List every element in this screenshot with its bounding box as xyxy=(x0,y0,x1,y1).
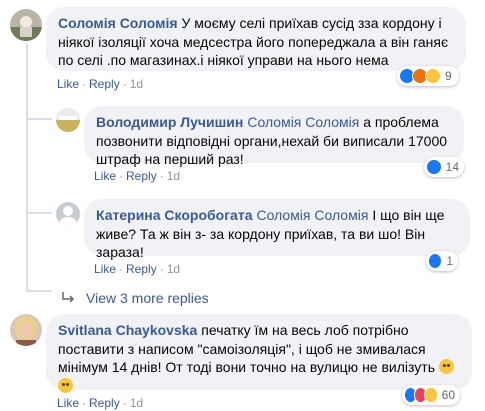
reaction-count: 9 xyxy=(445,69,452,83)
avatar[interactable] xyxy=(56,202,80,226)
comment-timestamp[interactable]: 1d xyxy=(130,396,143,410)
like-icon xyxy=(428,253,443,269)
reaction-count: 60 xyxy=(441,388,456,402)
like-link[interactable]: Like xyxy=(57,396,79,410)
reaction-count: 1 xyxy=(446,254,453,268)
reply-bubble: Катерина Скоробогата Соломія Соломія І що… xyxy=(84,199,470,260)
comment-actions: Like · Reply · 1d xyxy=(57,396,144,410)
reply-link[interactable]: Reply xyxy=(126,262,157,276)
haha-icon xyxy=(424,387,438,403)
reply-actions: Like · Reply · 1d xyxy=(94,169,181,183)
like-link[interactable]: Like xyxy=(94,262,116,276)
winking-emoji-icon xyxy=(58,377,73,393)
reply-link[interactable]: Reply xyxy=(89,77,120,91)
like-icon xyxy=(426,159,442,175)
comment-bubble: Соломія Соломія У моєму селі приїхав сусі… xyxy=(46,7,466,71)
reply-link[interactable]: Reply xyxy=(89,396,120,410)
comment-actions: Like · Reply · 1d xyxy=(57,77,144,91)
comment-timestamp[interactable]: 1d xyxy=(130,77,143,91)
comment-author[interactable]: Соломія Соломія xyxy=(58,15,178,31)
reactions-summary[interactable]: 1 xyxy=(426,251,458,271)
reply-author[interactable]: Володимир Лучишин xyxy=(96,114,243,130)
avatar[interactable] xyxy=(10,9,42,41)
view-more-replies[interactable]: View 3 more replies xyxy=(60,290,209,306)
thread-line xyxy=(26,290,52,292)
sad-icon xyxy=(425,68,441,84)
reactions-summary[interactable]: 9 xyxy=(397,66,459,86)
like-link[interactable]: Like xyxy=(94,169,116,183)
reply-actions: Like · Reply · 1d xyxy=(94,262,181,276)
reaction-count: 14 xyxy=(445,160,459,174)
reactions-summary[interactable]: 60 xyxy=(402,385,460,405)
reply-link[interactable]: Reply xyxy=(126,169,157,183)
mention-link[interactable]: Соломія Соломія xyxy=(256,207,368,223)
thread-line xyxy=(26,44,28,290)
comment-timestamp[interactable]: 1d xyxy=(167,169,180,183)
reply-bubble: Володимир Лучишин Соломія Соломія а пробл… xyxy=(84,106,464,167)
reply-author[interactable]: Катерина Скоробогата xyxy=(96,207,252,223)
mention-link[interactable]: Соломія Соломія xyxy=(247,114,359,130)
reactions-summary[interactable]: 14 xyxy=(424,157,464,177)
comment-bubble: Svitlana Chaykovska печатку їм на весь ло… xyxy=(46,314,472,393)
laughing-emoji-icon xyxy=(438,359,454,374)
reply-arrow-icon xyxy=(62,292,75,303)
like-link[interactable]: Like xyxy=(57,77,79,91)
thread-line xyxy=(26,212,52,214)
thread-line xyxy=(26,118,52,120)
comment-author[interactable]: Svitlana Chaykovska xyxy=(58,322,197,338)
avatar[interactable] xyxy=(10,314,42,346)
avatar[interactable] xyxy=(56,108,80,132)
comment-timestamp[interactable]: 1d xyxy=(167,262,180,276)
